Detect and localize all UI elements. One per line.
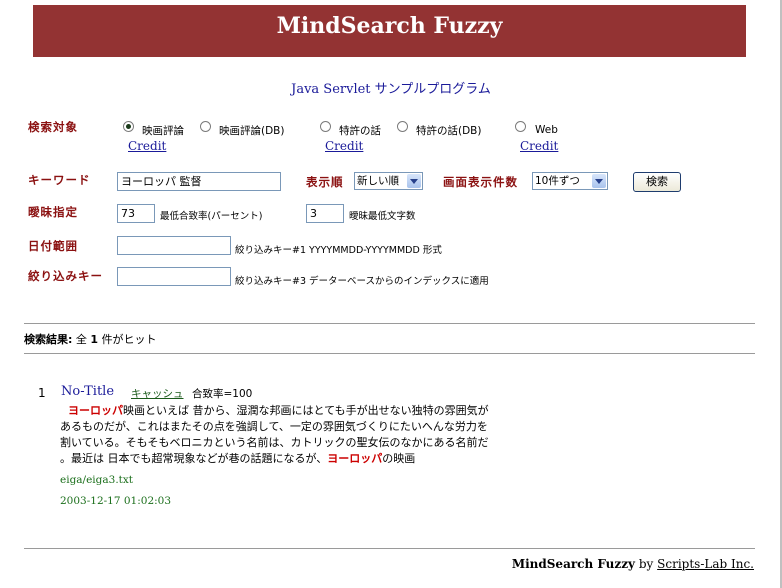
date-range-label: 日付範囲 (28, 239, 78, 253)
snippet-highlight: ヨーロッパ (327, 452, 383, 465)
chevron-down-icon[interactable] (407, 174, 421, 188)
filter-key-note: 絞り込みキー#3 データーベースからのインデックスに適用 (235, 276, 489, 287)
fuzzy-min-chars-input[interactable]: 3 (306, 204, 344, 223)
footer: MindSearch Fuzzy by Scripts-Lab Inc. (512, 557, 754, 571)
footer-by: by (638, 557, 654, 571)
divider (24, 323, 755, 324)
display-order-select[interactable]: 新しい順 (354, 172, 423, 190)
result-cache-link[interactable]: キャッシュ (131, 386, 184, 401)
per-page-select[interactable]: 10件ずつ (532, 172, 608, 190)
snippet-text: の映画 (382, 452, 416, 465)
credit-link-web[interactable]: Credit (520, 139, 558, 153)
result-summary: 検索結果: 全 1 件がヒット (24, 331, 157, 347)
snippet-line: 。最近は 日本でも超常現象などが巷の話題になるが、ヨーロッパの映画 (60, 451, 489, 467)
min-match-input[interactable]: 73 (117, 204, 155, 223)
radio-target-movie-review-label: 映画評論 (142, 125, 184, 137)
result-count: 1 (90, 333, 99, 346)
snippet-line: ヨーロッパ映画といえば 昔から、湿潤な邦画にはとても手が出せない独特の雰囲気が (60, 403, 489, 419)
search-target-label: 検索対象 (28, 120, 78, 134)
footer-product: MindSearch Fuzzy (511, 557, 636, 571)
footer-company-link[interactable]: Scripts-Lab Inc. (657, 557, 754, 571)
keyword-label: キーワード (28, 173, 91, 187)
result-summary-all: 全 (75, 333, 87, 346)
filter-key-label: 絞り込みキー (28, 269, 103, 283)
snippet-text: 映画といえば 昔から、湿潤な邦画にはとても手が出せない独特の雰囲気が (123, 404, 489, 417)
result-match-rate: 合致率=100 (192, 388, 253, 400)
snippet-text: 。最近は 日本でも超常現象などが巷の話題になるが、 (60, 452, 328, 465)
radio-target-movie-review[interactable] (123, 121, 134, 132)
page-subtitle: Java Servlet サンプルプログラム (291, 82, 491, 97)
radio-target-movie-review-db-label: 映画評論(DB) (219, 125, 285, 137)
radio-target-web-label: Web (535, 124, 558, 136)
date-range-input[interactable] (117, 236, 231, 255)
snippet-line: あるものだが、これはまたその点を強調して、一定の雰囲気づくりにたいへんな労力を (60, 420, 488, 433)
filter-key-input[interactable] (117, 267, 231, 286)
result-summary-suffix: 件がヒット (101, 333, 157, 346)
banner-title: MindSearch Fuzzy (276, 13, 503, 39)
keyword-input[interactable]: ヨーロッパ 監督 (117, 172, 281, 191)
snippet-highlight: ヨーロッパ (68, 404, 123, 417)
display-order-label: 表示順 (306, 175, 344, 189)
fuzzy-min-chars-note: 曖昧最低文字数 (349, 211, 416, 222)
radio-target-patent-db-label: 特許の話(DB) (416, 125, 482, 137)
per-page-value: 10件ずつ (535, 175, 580, 187)
result-summary-prefix: 検索結果: (24, 333, 73, 346)
result-number: 1 (38, 386, 46, 400)
per-page-label: 画面表示件数 (443, 175, 518, 189)
fuzzy-label: 曖昧指定 (28, 205, 78, 219)
radio-target-movie-review-db[interactable] (200, 121, 211, 132)
radio-target-patent-db[interactable] (397, 121, 408, 132)
radio-target-patent-label: 特許の話 (339, 125, 381, 137)
credit-link-patent[interactable]: Credit (325, 139, 363, 153)
date-range-note: 絞り込みキー#1 YYYYMMDD-YYYYMMDD 形式 (235, 245, 442, 256)
min-match-note: 最低合致率(パーセント) (160, 211, 263, 222)
app-banner: MindSearch Fuzzy (33, 5, 746, 57)
chevron-down-icon[interactable] (592, 174, 606, 188)
credit-link-movie-review[interactable]: Credit (128, 139, 166, 153)
result-snippet: ヨーロッパ映画といえば 昔から、湿潤な邦画にはとても手が出せない独特の雰囲気が … (60, 403, 489, 467)
display-order-value: 新しい順 (357, 175, 399, 187)
snippet-line: 割いている。そもそもベロニカという名前は、カトリックの聖女伝のなかにある名前だ (60, 436, 489, 449)
divider (24, 353, 755, 354)
result-title-link[interactable]: No-Title (61, 384, 114, 399)
search-button[interactable]: 検索 (633, 172, 681, 192)
radio-target-patent[interactable] (320, 121, 331, 132)
result-timestamp: 2003-12-17 01:02:03 (60, 495, 172, 507)
radio-target-web[interactable] (515, 121, 526, 132)
divider (24, 548, 755, 549)
result-path: eiga/eiga3.txt (60, 474, 134, 486)
